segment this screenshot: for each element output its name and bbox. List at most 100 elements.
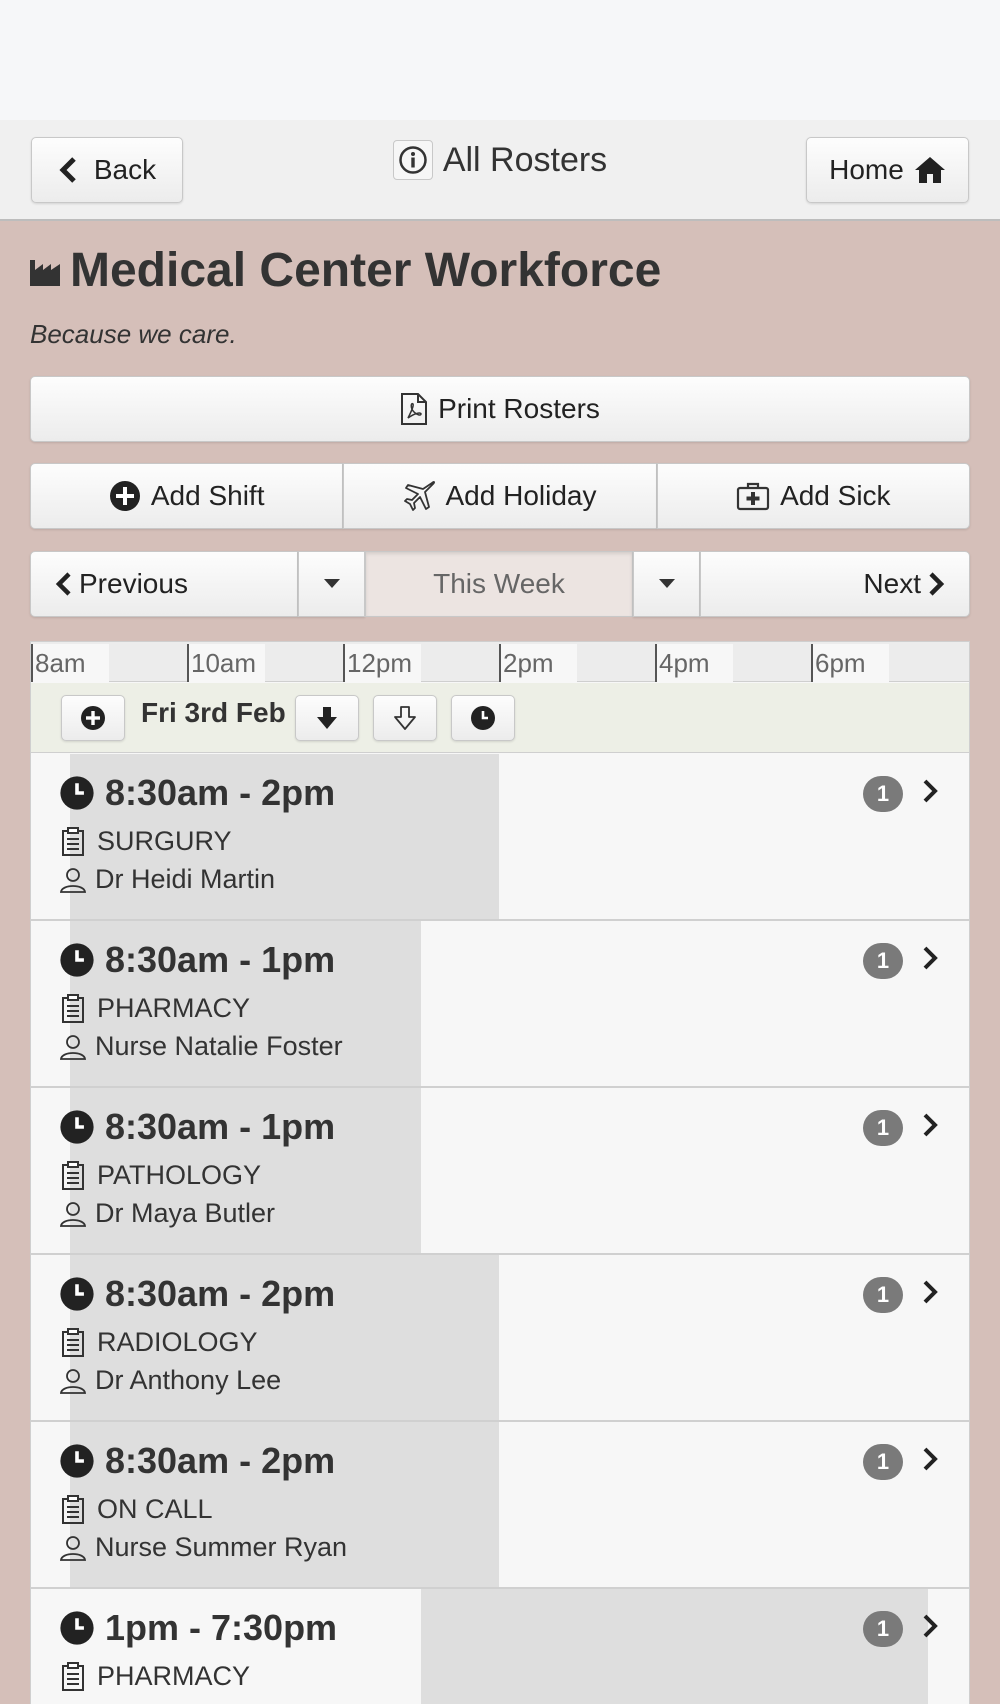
add-sick-label: Add Sick: [780, 480, 891, 511]
shift-row[interactable]: 8:30am - 2pm SURGURY Dr Heidi Martin 1: [31, 754, 969, 921]
shift-department-text: RADIOLOGY: [97, 1327, 258, 1357]
caret-down-icon: [658, 579, 675, 588]
download-button[interactable]: [295, 695, 359, 741]
day-header: Fri 3rd Feb: [31, 683, 969, 753]
count-badge: 1: [863, 943, 903, 979]
print-label: Print Rosters: [438, 393, 600, 424]
shift-department-text: PATHOLOGY: [97, 1160, 262, 1190]
shift-time-text: 8:30am - 1pm: [105, 1106, 336, 1147]
chevron-right-icon: [929, 572, 945, 596]
count-badge: 1: [863, 1110, 903, 1146]
user-icon: [59, 1535, 87, 1561]
home-button[interactable]: Home: [806, 137, 969, 203]
shift-time-text: 8:30am - 2pm: [105, 1273, 336, 1314]
count-badge: 1: [863, 1277, 903, 1313]
shift-person: Nurse Natalie Foster: [59, 1031, 343, 1062]
header-title-text: All Rosters: [442, 140, 608, 179]
medkit-icon: [736, 482, 770, 511]
add-shift-button[interactable]: Add Shift: [30, 463, 344, 529]
home-icon: [914, 157, 945, 183]
shift-row[interactable]: 1pm - 7:30pm PHARMACY 1: [31, 1589, 969, 1704]
shift-department-text: ON CALL: [97, 1494, 213, 1524]
clipboard-icon: [62, 1327, 84, 1357]
shift-time-text: 8:30am - 1pm: [105, 939, 336, 980]
info-button[interactable]: [392, 140, 433, 180]
next-label: Next: [863, 568, 921, 599]
shift-row[interactable]: 8:30am - 2pm ON CALL Nurse Summer Ryan 1: [31, 1422, 969, 1589]
shift-person-text: Nurse Summer Ryan: [95, 1532, 348, 1562]
user-icon: [59, 867, 87, 893]
time-tick: 4pm: [655, 644, 733, 682]
day-label: Fri 3rd Feb: [141, 697, 286, 728]
shift-department: PHARMACY: [61, 1661, 250, 1692]
add-shift-label: Add Shift: [150, 480, 265, 511]
add-holiday-label: Add Holiday: [445, 480, 597, 511]
shift-department-text: SURGURY: [97, 826, 232, 856]
download-outline-button[interactable]: [373, 695, 437, 741]
shift-person: Nurse Summer Ryan: [59, 1532, 347, 1563]
shift-duration-bar: [421, 1589, 928, 1704]
clock-icon: [60, 1611, 94, 1645]
this-week-label: This Week: [433, 568, 565, 599]
home-label: Home: [829, 154, 904, 185]
arrow-down-icon: [317, 707, 337, 729]
shift-time: 8:30am - 2pm: [59, 772, 335, 814]
time-tick: 12pm: [343, 644, 421, 682]
time-tick: 6pm: [811, 644, 889, 682]
this-week-button[interactable]: This Week: [365, 551, 633, 617]
time-axis: 8am 10am 12pm 2pm 4pm 6pm: [31, 642, 969, 682]
count-badge: 1: [863, 1444, 903, 1480]
clipboard-icon: [62, 1661, 84, 1691]
previous-label: Previous: [79, 568, 188, 599]
add-holiday-button[interactable]: Add Holiday: [343, 463, 657, 529]
shift-department: PHARMACY: [61, 993, 250, 1024]
print-rosters-button[interactable]: Print Rosters: [30, 376, 970, 442]
shift-person: Dr Heidi Martin: [59, 864, 275, 895]
next-dropdown-button[interactable]: [633, 551, 700, 617]
shift-department: PATHOLOGY: [61, 1160, 261, 1191]
previous-week-button[interactable]: Previous: [30, 551, 298, 617]
shift-time: 8:30am - 2pm: [59, 1273, 335, 1315]
clock-icon: [60, 1444, 94, 1478]
chevron-right-icon[interactable]: [921, 1446, 939, 1472]
info-icon: [399, 146, 427, 174]
user-icon: [59, 1034, 87, 1060]
shift-time: 8:30am - 2pm: [59, 1440, 335, 1482]
factory-icon: [30, 259, 60, 286]
chevron-right-icon[interactable]: [921, 945, 939, 971]
chevron-right-icon[interactable]: [921, 1279, 939, 1305]
clock-icon: [60, 1277, 94, 1311]
time-tick: 10am: [187, 644, 265, 682]
count-badge: 1: [863, 776, 903, 812]
chevron-left-icon: [55, 572, 71, 596]
shift-row[interactable]: 8:30am - 1pm PATHOLOGY Dr Maya Butler 1: [31, 1088, 969, 1255]
time-tick: 8am: [31, 644, 109, 682]
shift-row[interactable]: 8:30am - 2pm RADIOLOGY Dr Anthony Lee 1: [31, 1255, 969, 1422]
chevron-right-icon[interactable]: [921, 1112, 939, 1138]
shift-department: SURGURY: [61, 826, 232, 857]
shift-time: 1pm - 7:30pm: [59, 1607, 337, 1649]
roster-timeline: 8am 10am 12pm 2pm 4pm 6pm Fri 3rd Feb 8:…: [30, 641, 970, 1704]
add-day-shift-button[interactable]: [61, 695, 125, 741]
shift-person-text: Nurse Natalie Foster: [95, 1031, 343, 1061]
clipboard-icon: [62, 993, 84, 1023]
user-icon: [59, 1201, 87, 1227]
shift-department: ON CALL: [61, 1494, 213, 1525]
chevron-right-icon[interactable]: [921, 1613, 939, 1639]
shift-row[interactable]: 8:30am - 1pm PHARMACY Nurse Natalie Fost…: [31, 921, 969, 1088]
chevron-right-icon[interactable]: [921, 778, 939, 804]
next-week-button[interactable]: Next: [700, 551, 970, 617]
shift-time-text: 8:30am - 2pm: [105, 1440, 336, 1481]
page-title: Medical Center Workforce: [30, 243, 661, 298]
add-sick-button[interactable]: Add Sick: [656, 463, 970, 529]
caret-down-icon: [323, 579, 340, 588]
shift-person-text: Dr Heidi Martin: [95, 864, 276, 894]
clipboard-icon: [62, 1160, 84, 1190]
shift-time: 8:30am - 1pm: [59, 939, 335, 981]
time-button[interactable]: [451, 695, 515, 741]
shift-department-text: PHARMACY: [97, 993, 251, 1023]
status-bar: [0, 0, 1000, 120]
previous-dropdown-button[interactable]: [298, 551, 365, 617]
clipboard-icon: [62, 1494, 84, 1524]
shift-person-text: Dr Anthony Lee: [95, 1365, 282, 1395]
